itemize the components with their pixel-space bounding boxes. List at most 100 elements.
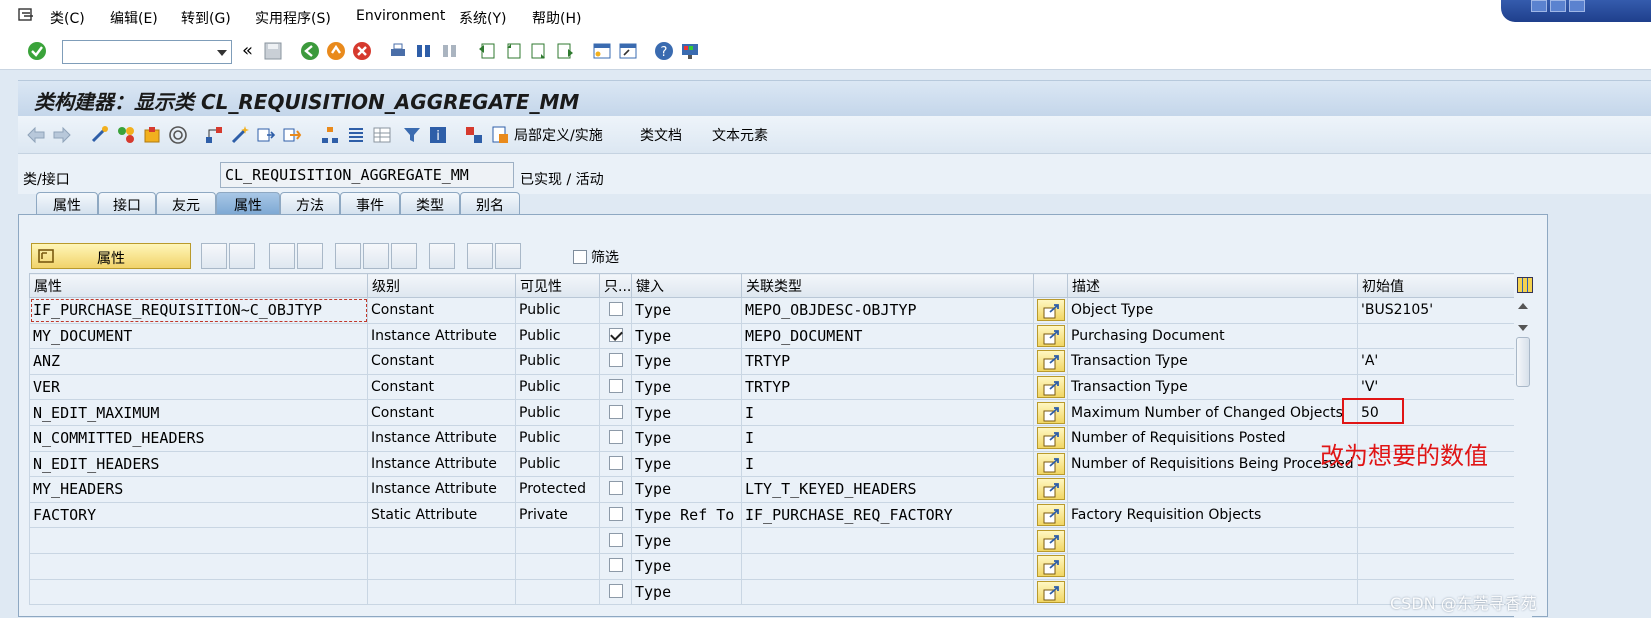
system-menu-icon[interactable] [18,7,36,23]
menu-help[interactable]: 帮助(H) [532,8,581,28]
cell-level[interactable]: Constant [367,373,516,401]
cell-level[interactable] [367,527,516,554]
list-icon[interactable] [346,125,366,145]
cell-typing[interactable]: Type [631,322,742,350]
cell-attribute[interactable]: N_COMMITTED_HEADERS [29,424,368,452]
read-only-checkbox[interactable] [608,327,623,342]
cell-typing[interactable]: Type [631,399,742,426]
cell-level[interactable]: Instance Attribute [367,424,516,452]
vertical-scrollbar[interactable] [1514,273,1532,618]
table-row[interactable]: MY_HEADERS Instance Attribute Protected Typ… [29,476,1515,503]
tab-events[interactable]: 事件 [340,192,400,214]
class-name-field[interactable]: CL_REQUISITION_AGGREGATE_MM [220,162,514,188]
read-only-checkbox[interactable] [608,379,623,394]
cell-typing[interactable]: Type [631,297,742,324]
table-row[interactable]: N_EDIT_MAXIMUM Constant Public Type I Maximum… [29,399,1515,426]
where-used-icon[interactable] [256,125,276,145]
cell-visibility[interactable]: Public [515,373,600,401]
cell-visibility[interactable]: Public [515,399,600,426]
save-icon[interactable] [263,41,283,61]
cell-associated-type[interactable]: I [741,450,1034,478]
menu-edit[interactable]: 编辑(E) [110,8,158,28]
cell-initial-value[interactable]: 'V' [1357,373,1515,401]
read-only-checkbox[interactable] [608,404,623,419]
print-icon[interactable] [388,41,408,61]
column-layout-icon[interactable] [1517,277,1533,293]
menu-class[interactable]: 类(C) [50,8,85,28]
check-object-icon[interactable] [116,125,136,145]
cell-description[interactable]: Number of Requisitions Posted [1067,424,1358,452]
col-attribute[interactable]: 属性 [29,273,368,298]
cell-attribute[interactable] [29,527,368,554]
navigate-to-type-icon[interactable] [1037,376,1065,399]
first-page-icon[interactable] [477,41,497,61]
last-page-icon[interactable] [555,41,575,61]
tab-attributes[interactable]: 属性 [216,192,280,214]
cell-typing[interactable]: Type Ref To [631,501,742,529]
navigate-to-type-icon[interactable] [1037,478,1065,501]
cell-description[interactable] [1067,578,1358,606]
cell-level[interactable]: Instance Attribute [367,450,516,478]
read-only-checkbox[interactable] [608,455,623,470]
menu-environment[interactable]: Environment [356,8,445,24]
wand-icon[interactable] [230,125,250,145]
table-row[interactable]: Type [29,527,1515,554]
cell-description[interactable]: Number of Requisitions Being Processed [1067,450,1358,478]
display-change-icon[interactable] [90,125,110,145]
read-only-checkbox[interactable] [608,302,623,317]
table-row[interactable]: VER Constant Public Type TRTYP Transaction Ty… [29,373,1515,401]
cell-typing[interactable]: Type [631,578,742,606]
navigate-to-type-icon[interactable] [1037,504,1065,527]
cell-visibility[interactable] [515,578,600,606]
menu-utilities[interactable]: 实用程序(S) [255,8,331,28]
test-icon[interactable] [168,125,188,145]
cell-description[interactable]: Purchasing Document [1067,322,1358,350]
cell-associated-type[interactable]: MEPO_DOCUMENT [741,322,1034,350]
navigate-to-type-icon[interactable] [1037,401,1065,424]
cell-visibility[interactable] [515,527,600,554]
cell-attribute[interactable]: N_EDIT_MAXIMUM [29,399,368,426]
navigate-to-type-icon[interactable] [1037,529,1065,552]
cell-associated-type[interactable] [741,578,1034,606]
cell-associated-type[interactable]: LTY_T_KEYED_HEADERS [741,476,1034,503]
cell-initial-value[interactable] [1357,527,1515,554]
paste-icon[interactable] [391,243,417,269]
read-only-checkbox[interactable] [608,583,623,598]
read-only-checkbox[interactable] [608,558,623,573]
filter-checkbox-box[interactable] [573,250,587,264]
cell-associated-type[interactable]: I [741,399,1034,426]
menu-system[interactable]: 系统(Y) [459,8,506,28]
menu-goto[interactable]: 转到(G) [181,8,231,28]
move-row-icon[interactable] [229,243,255,269]
previous-page-icon[interactable] [503,41,523,61]
arrow-right-icon[interactable] [52,125,72,145]
cell-level[interactable]: Constant [367,399,516,426]
arrow-left-icon[interactable] [26,125,46,145]
cell-initial-value[interactable] [1357,476,1515,503]
delete-row-icon[interactable] [297,243,323,269]
cell-attribute[interactable]: ANZ [29,348,368,375]
cell-visibility[interactable]: Public [515,297,600,324]
cell-initial-value[interactable]: 'A' [1357,348,1515,375]
find-rows-icon[interactable] [467,243,493,269]
tab-types[interactable]: 类型 [400,192,460,214]
attribute-detail-button[interactable]: 属性 [31,243,191,269]
navigate-icon[interactable] [282,125,302,145]
col-read-only[interactable]: 只... [599,273,632,298]
cell-level[interactable]: Instance Attribute [367,322,516,350]
insert-row-icon[interactable] [201,243,227,269]
cell-typing[interactable]: Type [631,348,742,375]
tab-aliases[interactable]: 别名 [460,192,520,214]
filter-icon[interactable] [402,125,422,145]
cell-visibility[interactable]: Private [515,501,600,529]
cell-initial-value[interactable]: 'BUS2105' [1357,297,1515,324]
navigate-to-type-icon[interactable] [1037,350,1065,373]
col-initial-value[interactable]: 初始值 [1357,273,1515,298]
cell-attribute[interactable] [29,578,368,606]
cell-level[interactable]: Instance Attribute [367,476,516,503]
filter-checkbox[interactable]: 筛选 [573,247,619,267]
read-only-checkbox[interactable] [608,532,623,547]
cell-description[interactable]: Factory Requisition Objects [1067,501,1358,529]
find-icon[interactable] [414,41,434,61]
next-page-icon[interactable] [529,41,549,61]
